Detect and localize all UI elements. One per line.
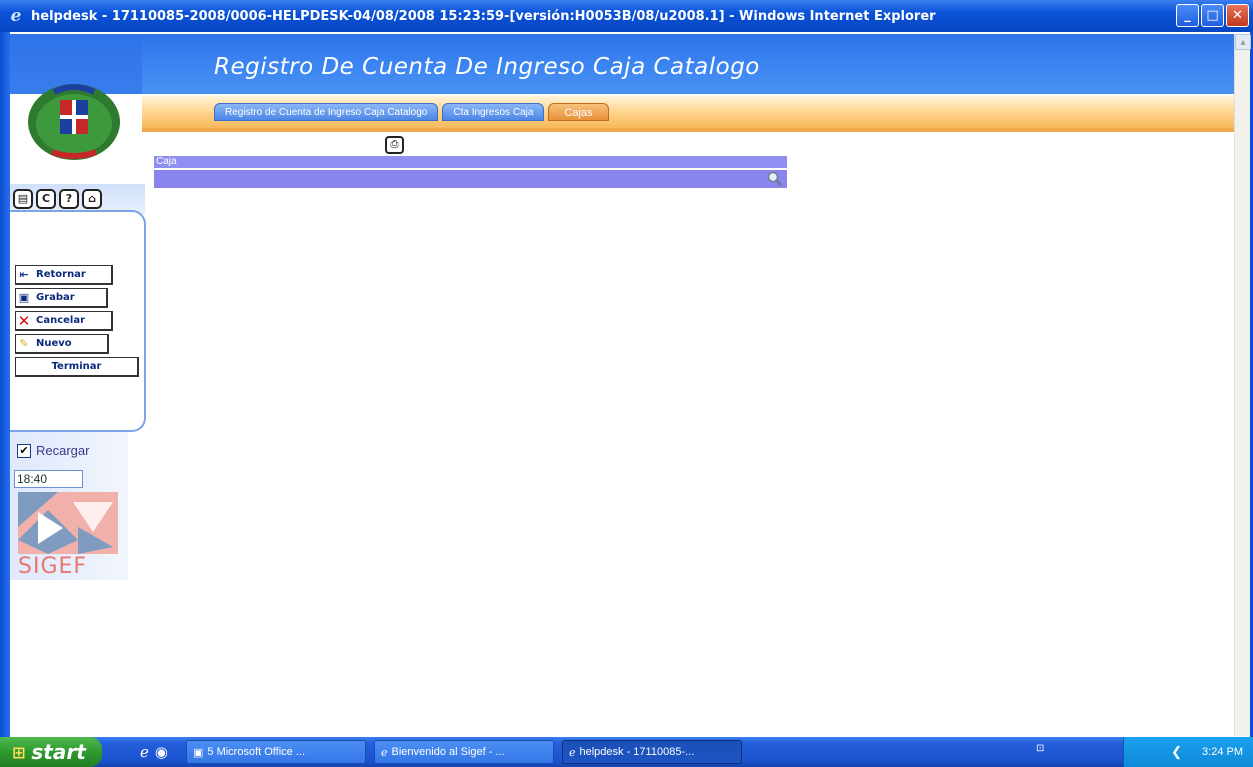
window-title-bar[interactable]: e helpdesk - 17110085-2008/0006-HELPDESK… (0, 0, 1253, 32)
vertical-scrollbar[interactable]: ▲ (1234, 34, 1251, 736)
window-frame-left (0, 32, 10, 737)
refresh-icon[interactable]: C (36, 189, 56, 209)
terminar-button[interactable]: Terminar (15, 357, 139, 377)
magnifier-search-icon[interactable] (767, 171, 783, 187)
sigef-logo-text: SIGEF (18, 554, 88, 579)
scroll-up-button[interactable]: ▲ (1235, 34, 1251, 50)
help-icon[interactable]: ? (59, 189, 79, 209)
tab-strip-underline (130, 128, 1234, 132)
start-label: start (31, 740, 86, 764)
taskbar-item-sigef[interactable]: ℯ Bienvenido al Sigef - ... (373, 740, 554, 764)
caja-lookup-field[interactable] (154, 169, 787, 188)
system-tray: ❮ 3:24 PM (1123, 737, 1253, 767)
reload-toggle[interactable]: ✔ Recargar (17, 443, 89, 458)
nuevo-button[interactable]: ✎ Nuevo (15, 334, 109, 354)
close-button[interactable]: ✕ (1226, 4, 1249, 27)
office-icon: ▣ (192, 746, 204, 759)
reload-label: Recargar (36, 443, 90, 458)
window-title: helpdesk - 17110085-2008/0006-HELPDESK-0… (31, 8, 936, 24)
grabar-label: Grabar (36, 292, 75, 303)
internet-explorer-icon: ℯ (568, 746, 576, 759)
explorer-quicklaunch-icon[interactable]: ◉ (155, 743, 168, 761)
tab-cajas[interactable]: Cajas (548, 103, 609, 121)
internet-explorer-icon: e (10, 6, 22, 26)
home-icon[interactable]: ⌂ (82, 189, 102, 209)
retornar-button[interactable]: ⇤ Retornar (15, 265, 113, 285)
taskbar-item-label: helpdesk - 17110085-... (579, 746, 695, 758)
nuevo-label: Nuevo (36, 338, 72, 349)
tab-cta-ingresos-caja[interactable]: Cta Ingresos Caja (442, 103, 545, 121)
tray-expand-icon[interactable]: ❮ (1171, 744, 1182, 760)
terminar-label: Terminar (51, 361, 102, 372)
clock-time: 3:24 PM (1202, 746, 1243, 758)
page-title: Registro De Cuenta De Ingreso Caja Catal… (214, 54, 760, 80)
start-button[interactable]: ⊞ start (0, 737, 102, 767)
session-clock: 18:40 (14, 470, 83, 488)
maximize-button[interactable]: □ (1201, 4, 1224, 27)
pencil-icon: ✎ (19, 337, 29, 350)
tab-registro-cuenta-ingreso[interactable]: Registro de Cuenta de Ingreso Caja Catal… (214, 103, 439, 121)
grabar-button[interactable]: ▣ Grabar (15, 288, 108, 308)
save-icon: ▣ (18, 291, 30, 304)
back-arrow-icon: ⇤ (19, 268, 29, 281)
network-icon[interactable]: ⊡ (1036, 743, 1044, 754)
caja-field-label: Caja (154, 156, 787, 168)
quick-launch: ℯ ◉ (140, 743, 168, 761)
retornar-label: Retornar (36, 269, 86, 280)
windows-flag-icon: ⊞ (12, 742, 26, 762)
cancel-icon: ✕ (17, 311, 31, 330)
taskbar-item-label: 5 Microsoft Office ... (207, 746, 305, 758)
window-controls: _ □ ✕ (1176, 4, 1249, 27)
windows-taskbar: ⊞ start ℯ ◉ ▣ 5 Microsoft Office ... ℯ B… (0, 737, 1253, 767)
taskbar-item-helpdesk[interactable]: ℯ helpdesk - 17110085-... (561, 740, 742, 764)
cancelar-button[interactable]: ✕ Cancelar (15, 311, 113, 331)
internet-explorer-quicklaunch-icon[interactable]: ℯ (140, 743, 149, 761)
cancelar-label: Cancelar (36, 315, 86, 326)
tab-bar: Registro de Cuenta de Ingreso Caja Catal… (214, 103, 609, 121)
print-icon[interactable]: ⎙ (385, 136, 404, 154)
taskbar-item-office[interactable]: ▣ 5 Microsoft Office ... (185, 740, 366, 764)
minimize-button[interactable]: _ (1176, 4, 1199, 27)
taskbar-item-label: Bienvenido al Sigef - ... (391, 746, 505, 758)
document-icon[interactable]: ▤ (13, 189, 33, 209)
reload-checkbox[interactable]: ✔ (17, 443, 31, 458)
sidebar-toolbar-icons: ▤ C ? ⌂ (13, 189, 102, 209)
coat-of-arms-logo (28, 84, 120, 160)
internet-explorer-icon: ℯ (380, 746, 388, 759)
